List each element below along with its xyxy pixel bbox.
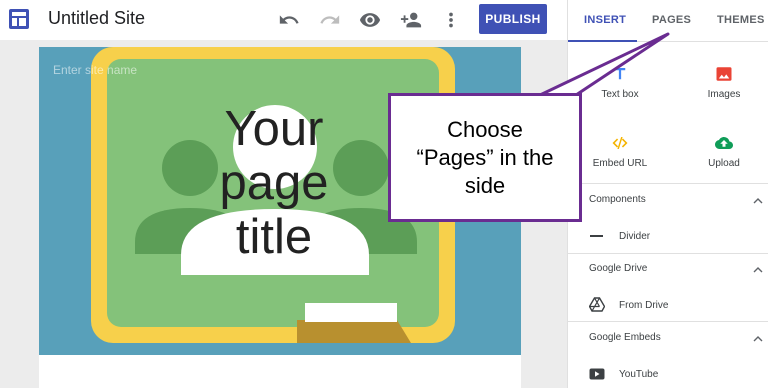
sites-logo-icon[interactable] — [9, 9, 29, 29]
divider-icon — [590, 235, 603, 237]
panel-tabs: INSERT PAGES THEMES — [568, 0, 768, 42]
insert-item-label: Upload — [708, 158, 740, 169]
page-title-line: title — [235, 210, 313, 264]
right-side-panel: INSERT PAGES THEMES Text box Images Embe… — [567, 0, 768, 388]
insert-embed-url[interactable]: Embed URL — [570, 134, 670, 169]
active-tab-indicator — [568, 40, 637, 42]
site-title[interactable]: Untitled Site — [48, 8, 145, 29]
callout-text: Choose “Pages” in the side — [416, 116, 554, 198]
share-icon[interactable] — [400, 9, 422, 31]
site-name-field[interactable]: Enter site name — [53, 63, 137, 77]
text-box-icon — [614, 68, 626, 80]
component-divider[interactable]: Divider — [589, 228, 650, 244]
section-title[interactable]: Google Drive — [589, 263, 647, 274]
chevron-up-icon[interactable] — [753, 334, 763, 344]
insert-item-label: Images — [707, 89, 741, 100]
section-title[interactable]: Google Embeds — [589, 332, 661, 343]
section-google-embeds: Google Embeds YouTube — [568, 321, 768, 388]
chevron-up-icon[interactable] — [753, 265, 763, 275]
embed-code-icon — [612, 137, 628, 149]
section-components: Components Divider — [568, 183, 768, 253]
section-title[interactable]: Components — [589, 194, 646, 205]
insert-upload[interactable]: Upload — [674, 134, 768, 169]
insert-images[interactable]: Images — [674, 65, 768, 100]
row-item-label: From Drive — [619, 299, 669, 311]
tab-insert[interactable]: INSERT — [584, 14, 626, 26]
chevron-up-icon[interactable] — [753, 196, 763, 206]
publish-button[interactable]: PUBLISH — [479, 4, 547, 34]
embed-youtube[interactable]: YouTube — [589, 366, 658, 382]
preview-icon[interactable] — [359, 9, 381, 31]
instruction-callout: Choose “Pages” in the side — [388, 93, 582, 222]
cloud-upload-icon — [715, 137, 733, 149]
row-item-label: YouTube — [619, 368, 659, 380]
insert-item-label: Embed URL — [592, 158, 648, 169]
undo-icon[interactable] — [278, 9, 300, 31]
youtube-icon — [589, 368, 605, 380]
page-title[interactable]: Your page title — [186, 102, 362, 264]
tab-pages[interactable]: PAGES — [652, 14, 691, 26]
more-vert-icon[interactable] — [440, 9, 462, 31]
drive-from-drive[interactable]: From Drive — [589, 297, 668, 313]
insert-item-label: Text box — [601, 89, 639, 100]
redo-icon[interactable] — [319, 9, 341, 31]
tab-themes[interactable]: THEMES — [717, 14, 765, 26]
top-bar: Untitled Site PUBLISH — [0, 0, 567, 40]
drive-icon — [589, 297, 605, 312]
insert-text-box[interactable]: Text box — [570, 65, 670, 100]
image-icon — [716, 67, 732, 81]
row-item-label: Divider — [619, 230, 651, 242]
section-google-drive: Google Drive From Drive — [568, 253, 768, 321]
page-title-line: Your — [224, 102, 324, 156]
page-title-line: page — [219, 156, 329, 210]
